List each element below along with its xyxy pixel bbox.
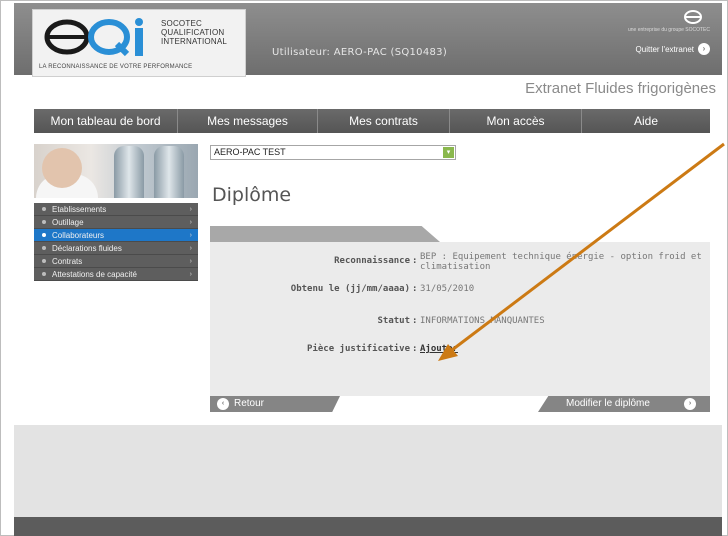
statut-value: INFORMATIONS MANQUANTES <box>420 316 545 326</box>
sidebar-item-label: Déclarations fluides <box>52 243 122 253</box>
footer-gray-band <box>14 425 722 517</box>
field-separator: : <box>412 256 418 266</box>
nav-messages[interactable]: Mes messages <box>178 109 318 133</box>
nav-contrats[interactable]: Mes contrats <box>318 109 450 133</box>
chevron-right-icon: › <box>189 257 192 265</box>
bullet-icon <box>42 246 46 250</box>
sidebar-item-attestations[interactable]: Attestations de capacité › <box>34 268 198 281</box>
sidebar-item-label: Attestations de capacité <box>52 269 137 279</box>
company-select[interactable]: AERO-PAC TEST ▾ <box>210 145 456 160</box>
nav-tableau-de-bord[interactable]: Mon tableau de bord <box>34 109 178 133</box>
bullet-icon <box>42 272 46 276</box>
sidebar-photo <box>34 144 198 198</box>
retour-label: Retour <box>234 398 265 409</box>
modifier-label: Modifier le diplôme <box>566 398 650 409</box>
logo-wordmark: SOCOTEC QUALIFICATION INTERNATIONAL <box>161 19 228 46</box>
circle-arrow-right-icon: › <box>684 398 696 410</box>
gas-cylinder <box>114 146 144 198</box>
page-title: Diplôme <box>212 184 292 206</box>
dropdown-arrow-icon: ▾ <box>443 147 454 158</box>
sidebar-item-contrats[interactable]: Contrats › <box>34 255 198 268</box>
circle-arrow-right-icon: › <box>698 43 710 55</box>
field-separator: : <box>412 316 418 326</box>
bullet-icon <box>42 207 46 211</box>
chevron-right-icon: › <box>189 218 192 226</box>
ajouter-link[interactable]: Ajouter <box>420 344 458 354</box>
date-label: Obtenu le (jj/mm/aaaa) <box>290 284 410 294</box>
sidebar-item-collaborateurs[interactable]: Collaborateurs › <box>34 229 198 242</box>
panel-tab <box>210 226 440 242</box>
sidebar-item-label: Collaborateurs <box>52 230 105 240</box>
socotec-group-icon <box>684 10 702 24</box>
site-title: Extranet Fluides frigorigènes <box>525 80 716 97</box>
bottom-bar <box>14 517 722 536</box>
chevron-right-icon: › <box>189 244 192 252</box>
reconnaissance-value: BEP : Equipement technique énergie - opt… <box>420 252 702 272</box>
statut-label: Statut <box>377 316 410 326</box>
diplome-detail-panel: Reconnaissance : BEP : Equipement techni… <box>210 242 710 396</box>
nav-aide[interactable]: Aide <box>582 109 710 133</box>
sidebar-menu: Etablissements › Outillage › Collaborateur… <box>34 203 198 281</box>
sidebar-item-declarations-fluides[interactable]: Déclarations fluides › <box>34 242 198 255</box>
field-separator: : <box>412 284 418 294</box>
sqi-logo[interactable]: SOCOTEC QUALIFICATION INTERNATIONAL LA R… <box>32 9 246 77</box>
company-select-value: AERO-PAC TEST <box>214 147 286 157</box>
bullet-icon <box>42 220 46 224</box>
quit-extranet-link[interactable]: Quitter l'extranet › <box>636 43 710 55</box>
panel-footer: ‹ Retour Modifier le diplôme › <box>210 396 710 412</box>
sidebar-item-label: Etablissements <box>52 204 107 214</box>
chevron-right-icon: › <box>189 270 192 278</box>
sqi-logo-mark-icon <box>44 18 143 57</box>
panel-tab-bar <box>210 226 710 242</box>
gas-cylinder <box>154 146 184 198</box>
sidebar-item-etablissements[interactable]: Etablissements › <box>34 203 198 216</box>
reconnaissance-label: Reconnaissance <box>334 256 410 266</box>
modifier-diplome-button[interactable]: Modifier le diplôme › <box>538 396 710 412</box>
bullet-icon <box>42 233 46 237</box>
piece-label: Pièce justificative <box>307 344 410 354</box>
group-line: une entreprise du groupe SOCOTEC <box>628 27 710 33</box>
sidebar-item-outillage[interactable]: Outillage › <box>34 216 198 229</box>
quit-label: Quitter l'extranet <box>635 44 694 54</box>
logo-tagline: LA RECONNAISSANCE DE VOTRE PERFORMANCE <box>39 64 193 70</box>
circle-arrow-left-icon: ‹ <box>217 398 229 410</box>
chevron-right-icon: › <box>189 205 192 213</box>
bullet-icon <box>42 259 46 263</box>
sidebar-item-label: Outillage <box>52 217 84 227</box>
sidebar-item-label: Contrats <box>52 256 83 266</box>
photo-person-face <box>42 148 82 188</box>
field-separator: : <box>412 344 418 354</box>
nav-acces[interactable]: Mon accès <box>450 109 582 133</box>
chevron-right-icon: › <box>189 231 192 239</box>
date-value: 31/05/2010 <box>420 284 475 294</box>
user-info: Utilisateur: AERO-PAC (SQ10483) <box>272 47 448 58</box>
retour-button[interactable]: ‹ Retour <box>210 396 340 412</box>
header: SOCOTEC QUALIFICATION INTERNATIONAL LA R… <box>14 3 722 77</box>
main-nav: Mon tableau de bord Mes messages Mes con… <box>34 109 710 133</box>
